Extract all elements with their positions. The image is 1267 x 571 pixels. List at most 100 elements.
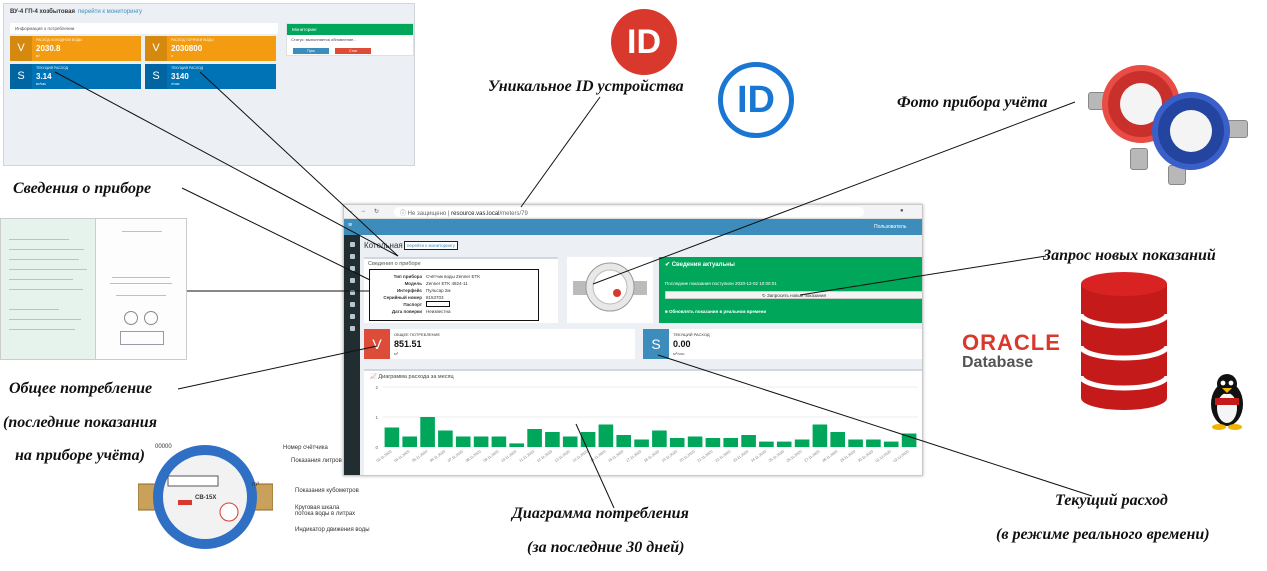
bar-chart: 0 1 2 03.11.2020 04.11.2020 05.11.2020 06.11.2… <box>375 385 918 464</box>
device-photo <box>573 262 647 312</box>
app-sidebar <box>344 235 360 475</box>
y-tick-label: 0 <box>375 445 378 450</box>
chart-bar <box>473 436 489 447</box>
mini-box-value: 2030.8 <box>36 44 61 53</box>
address-bar[interactable]: ⓘ Не защищено | resource.vas.local/meter… <box>394 207 864 217</box>
sidebar-icon[interactable] <box>349 266 355 271</box>
chart-bar <box>509 443 524 447</box>
label-total-1: Общее потребление <box>9 380 153 397</box>
stamp-icon <box>124 311 138 325</box>
chart-bar <box>562 436 578 447</box>
url-path: /meters/79 <box>499 211 528 217</box>
x-tick-label: 01.12.2020 <box>875 450 892 464</box>
label-total-3: на приборе учёта) <box>15 447 145 464</box>
device-info-panel: Сведения о приборе Тип прибора Счётчик в… <box>364 257 558 323</box>
text-line <box>9 279 73 280</box>
chart-bar <box>491 436 507 447</box>
chart-bar <box>830 432 845 447</box>
text-line <box>9 239 69 240</box>
x-tick-label: 15.11.2020 <box>590 450 607 463</box>
realtime-checkbox[interactable]: ■ Обновлять показания в реальном времени <box>665 309 766 314</box>
chart-bar <box>455 436 471 447</box>
linux-penguin-icon <box>1211 374 1243 430</box>
profile-icon[interactable]: ● <box>900 208 904 214</box>
x-tick-label: 02.12.2020 <box>893 450 910 464</box>
y-tick-label: 2 <box>375 385 378 390</box>
label-diagram-1: Диаграмма потребления <box>512 505 689 522</box>
mini-box-label: ТЕКУЩИЙ РАСХОД <box>171 66 203 70</box>
sidebar-icon[interactable] <box>349 326 355 331</box>
chart-title-text: Диаграмма расхода за месяц <box>378 374 454 380</box>
text-line <box>9 319 81 320</box>
browser-window: ← → ↻ ⓘ Не защищено | resource.vas.local… <box>343 204 923 476</box>
menu-icon[interactable]: ≡ <box>348 222 352 229</box>
sidebar-icon[interactable] <box>349 242 355 247</box>
mini-screenshot: ВУ-4 ГП-4 хозбытовая перейти к мониторинг… <box>3 3 415 166</box>
x-tick-label: 10.11.2020 <box>500 450 517 463</box>
sidebar-icon[interactable] <box>349 254 355 259</box>
database-icon <box>1079 272 1169 410</box>
request-readings-label: Запросить новые показания <box>767 293 826 298</box>
request-readings-button[interactable]: ↻ Запросить новые показания <box>665 291 922 299</box>
s-icon: S <box>10 64 32 89</box>
chart-bar <box>794 439 810 447</box>
status-panel: ✔ Сведения актуальны Последние показания… <box>659 257 922 323</box>
label-unique-id: Уникальное ID устройства <box>488 78 684 95</box>
label-total-2: (последние показания <box>3 414 157 431</box>
passport-link[interactable] <box>426 301 450 307</box>
x-tick-label: 03.11.2020 <box>376 450 393 463</box>
mini-start-button[interactable]: Пуск <box>293 48 329 54</box>
field-value: Неизвестна <box>426 309 451 314</box>
mini-status-header: Мониторинг <box>287 24 413 35</box>
sidebar-icon[interactable] <box>349 302 355 307</box>
field-value: Пульсар 2м <box>426 288 451 293</box>
annot-meter-number: Номер счётчика <box>283 445 328 451</box>
current-value: 0.00 <box>673 339 691 349</box>
reload-icon[interactable]: ↻ <box>374 208 379 215</box>
x-tick-label: 08.11.2020 <box>465 450 482 463</box>
sidebar-icon[interactable] <box>349 314 355 319</box>
label-current-1: Текущий расход <box>1055 492 1168 509</box>
chart-bar <box>384 427 400 447</box>
current-flow-box: S ТЕКУЩИЙ РАСХОД 0.00 м³/час <box>643 329 922 359</box>
info-icon: ⓘ <box>400 211 408 217</box>
x-tick-label: 29.11.2020 <box>839 450 856 463</box>
chart-bar <box>598 424 614 447</box>
meter-face-digits: 00000 <box>155 444 172 450</box>
text-line <box>9 289 83 290</box>
sidebar-icon[interactable] <box>349 278 355 283</box>
mini-box-label: РАСХОД ХОЛОДНОЙ ВОДЫ <box>36 38 83 42</box>
monitoring-link[interactable]: перейти к мониторингу <box>404 241 459 250</box>
x-tick-label: 07.11.2020 <box>447 450 464 463</box>
chart-bar <box>616 435 631 447</box>
chart-bar <box>402 436 417 447</box>
device-info-title: Сведения о приборе <box>368 261 421 267</box>
forward-icon[interactable]: → <box>360 208 366 214</box>
total-unit: м³ <box>394 351 399 356</box>
back-icon[interactable]: ← <box>348 208 354 214</box>
field-key: Серийный номер <box>383 295 422 300</box>
text-line <box>110 283 172 284</box>
total-value: 851.51 <box>394 339 422 349</box>
url-host: resource.vas.local <box>451 211 500 217</box>
sidebar-icon[interactable] <box>349 290 355 295</box>
check-icon: ✔ <box>665 262 672 268</box>
x-tick-label: 28.11.2020 <box>822 450 839 463</box>
x-tick-label: 04.11.2020 <box>394 450 411 463</box>
chart-bar <box>848 439 863 447</box>
mini-box-value: 2030800 <box>171 44 203 53</box>
chart-bar <box>545 432 560 447</box>
label-current-2: (в режиме реального времени) <box>996 526 1210 543</box>
chart-bar <box>438 430 453 447</box>
text-line <box>9 329 75 330</box>
mini-box-hot: V РАСХОД ГОРЯЧЕЙ ВОДЫ 2030800 л <box>145 36 276 61</box>
x-tick-label: 25.11.2020 <box>768 450 785 463</box>
x-tick-label: 06.11.2020 <box>429 450 446 463</box>
text-line <box>116 295 166 296</box>
mini-link[interactable]: перейти к мониторингу <box>78 9 142 15</box>
x-tick-label: 18.11.2020 <box>643 450 660 463</box>
mini-box-value: 3140 <box>171 72 189 81</box>
user-menu[interactable]: Пользователь <box>874 224 906 230</box>
chart-bar <box>580 432 596 447</box>
mini-stop-button[interactable]: Стоп <box>335 48 371 54</box>
